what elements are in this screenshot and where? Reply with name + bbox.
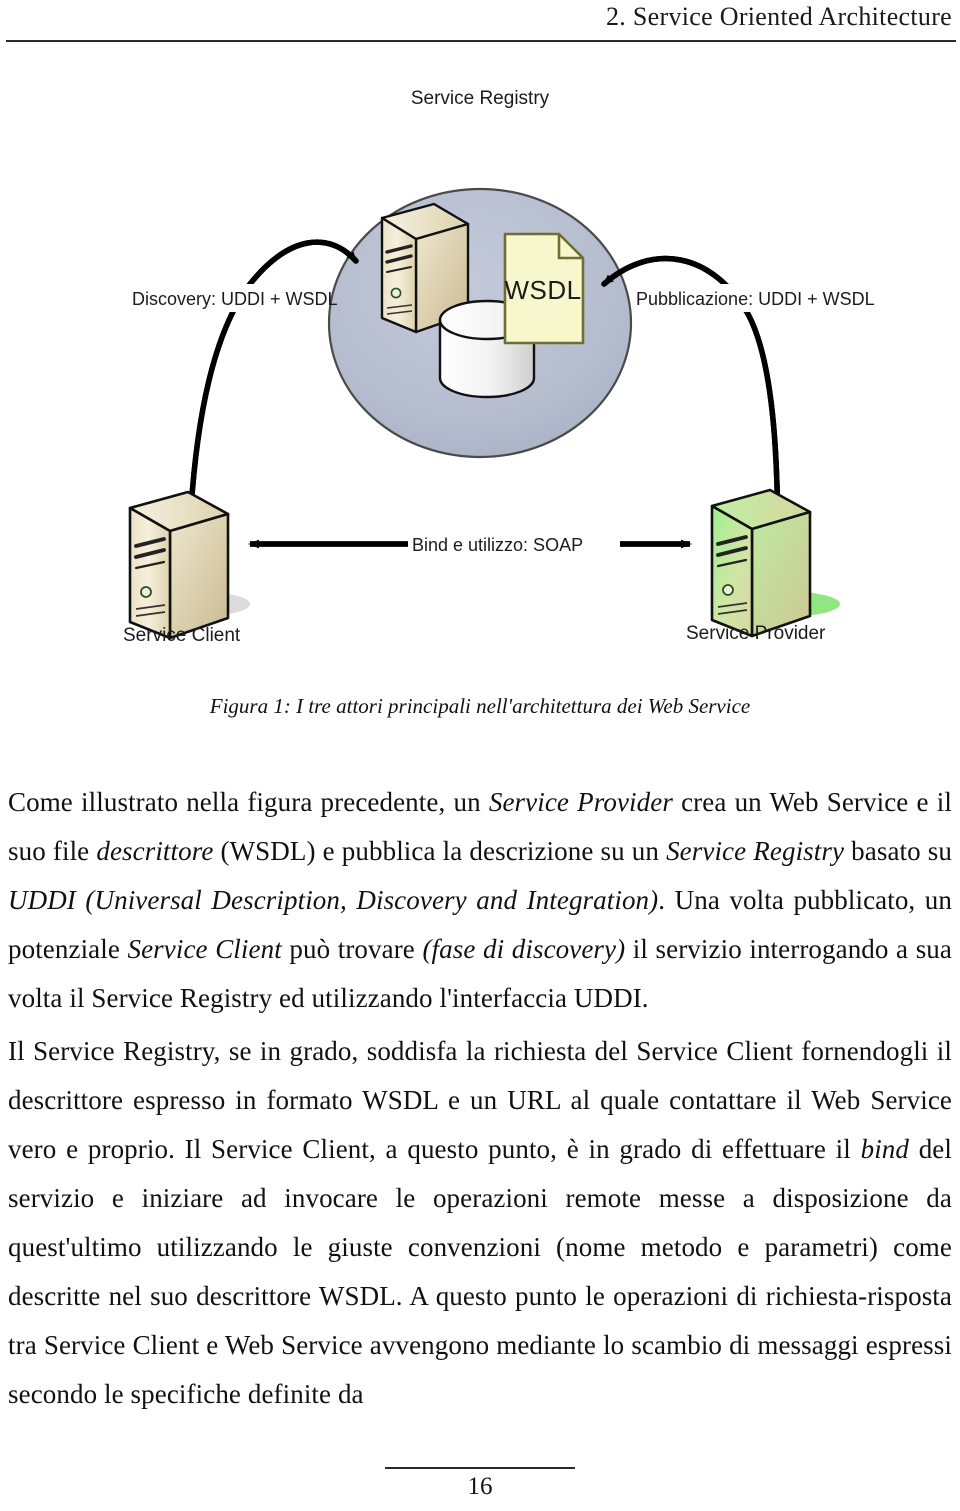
wsdl-document-label: WSDL (504, 275, 581, 305)
publication-label: Pubblicazione: UDDI + WSDL (636, 289, 875, 309)
body-copy: Come illustrato nella figura precedente,… (8, 778, 952, 1419)
bind-label: Bind e utilizzo: SOAP (412, 535, 583, 555)
figure-caption: Figura 1: I tre attori principali nell'a… (209, 694, 751, 718)
registry-title: Service Registry (411, 88, 550, 109)
paragraph-2: Il Service Registry, se in grado, soddis… (8, 1036, 952, 1409)
header-divider (6, 40, 956, 42)
figure-web-service-actors: Service Registry WSDL Discovery: UDDI + … (0, 56, 960, 676)
page-header: 2. Service Oriented Architecture (0, 0, 960, 46)
header-title: 2. Service Oriented Architecture (605, 2, 952, 31)
wsdl-document-icon: WSDL (503, 232, 585, 345)
service-provider-icon (710, 488, 840, 638)
page-number: 16 (467, 1473, 493, 1500)
paragraph-1: Come illustrato nella figura precedente,… (8, 787, 953, 1013)
discovery-label: Discovery: UDDI + WSDL (132, 289, 338, 309)
service-provider-label: Service Provider (686, 623, 826, 644)
page-footer: 16 (0, 1451, 960, 1511)
footer-divider (385, 1467, 575, 1469)
service-client-icon (128, 490, 250, 640)
figure-svg: Service Registry WSDL Discovery: UDDI + … (123, 88, 875, 646)
service-client-label: Service Client (123, 625, 241, 646)
